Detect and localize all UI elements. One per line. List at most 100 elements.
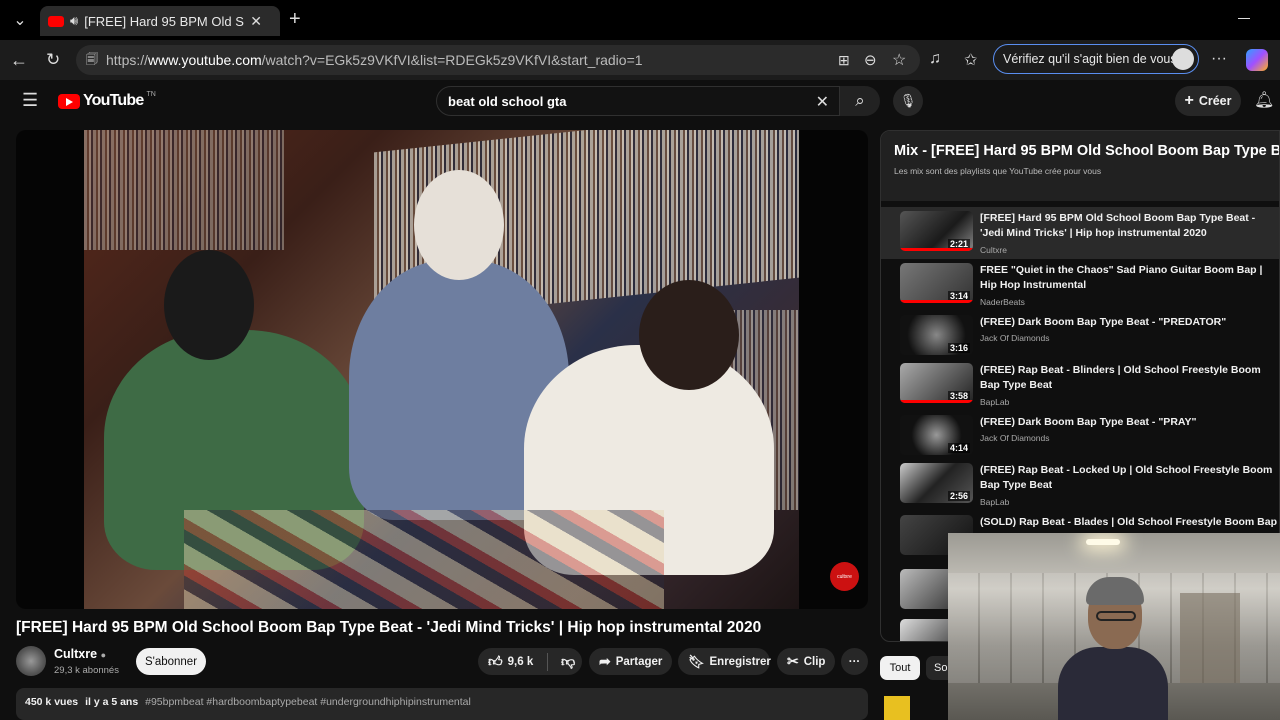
- watch-progress-bar: [900, 300, 973, 303]
- ceiling-light: [1086, 539, 1120, 545]
- plus-icon: +: [1184, 92, 1194, 109]
- video-thumbnail: 3:16: [900, 315, 973, 355]
- url-field[interactable]: 🗐︎ https://www.youtube.com/watch?v=EGk5z…: [76, 45, 920, 75]
- country-code: TN: [146, 90, 156, 98]
- like-button[interactable]: 👍︎ 9,6 k: [478, 648, 542, 675]
- copilot-icon[interactable]: [1246, 49, 1268, 71]
- profile-avatar: [1172, 48, 1194, 70]
- create-label: Créer: [1198, 94, 1232, 108]
- more-horizontal-icon: ···: [848, 655, 861, 668]
- verify-identity-label: Vérifiez qu'il s'agit bien de vous: [1003, 52, 1177, 66]
- playlist-item-title: [FREE] Hard 95 BPM Old School Boom Bap T…: [980, 212, 1256, 239]
- view-count: 450 k vues: [25, 696, 79, 708]
- reload-icon[interactable]: ↻: [46, 50, 60, 70]
- recommendation-thumbnail[interactable]: [884, 696, 910, 720]
- url-text: https://www.youtube.com/watch?v=EGk5z9VK…: [106, 52, 643, 68]
- microphone-icon: 🎙︎: [899, 93, 917, 108]
- favorites-icon[interactable]: ✩: [964, 50, 977, 70]
- save-button[interactable]: 🔖︎ Enregistrer: [678, 648, 771, 675]
- playlist-item-channel: Cultxre: [980, 245, 1007, 255]
- playlist-item[interactable]: 4:14 (FREE) Dark Boom Bap Type Beat - "P…: [881, 411, 1279, 463]
- tab-list-icon[interactable]: ⌄: [10, 10, 30, 30]
- like-dislike-group: 👍︎ 9,6 k 👎︎: [478, 648, 582, 675]
- youtube-wordmark: YouTube: [83, 92, 144, 109]
- playlist-item[interactable]: 3:58 (FREE) Rap Beat - Blinders | Old Sc…: [881, 359, 1279, 411]
- search-box: ✕: [436, 86, 840, 116]
- pill-divider: [547, 652, 548, 671]
- site-info-icon[interactable]: 🗐︎: [86, 50, 98, 71]
- playlist-item[interactable]: 2:56 (FREE) Rap Beat - Locked Up | Old S…: [881, 459, 1279, 511]
- video-thumbnail: 3:14: [900, 263, 973, 303]
- channel-avatar[interactable]: [16, 646, 46, 676]
- youtube-logo[interactable]: YouTube TN: [58, 90, 156, 110]
- verified-icon: ●: [100, 650, 106, 660]
- youtube-play-icon: [58, 93, 80, 109]
- more-actions-button[interactable]: ···: [841, 648, 868, 675]
- new-tab-icon[interactable]: +: [289, 8, 301, 31]
- youtube-favicon-icon: [48, 15, 64, 27]
- subscribe-button[interactable]: S'abonner: [136, 648, 206, 675]
- playlist-item[interactable]: 2:21 [FREE] Hard 95 BPM Old School Boom …: [881, 207, 1279, 259]
- clip-button[interactable]: ✂ Clip: [777, 648, 835, 675]
- search-icon: ⌕: [855, 91, 865, 110]
- voice-search-button[interactable]: 🎙︎: [893, 86, 923, 116]
- minimize-window-icon[interactable]: [1238, 18, 1250, 19]
- browser-tab[interactable]: 🔊︎ [FREE] Hard 95 BPM Old School Boom Ba…: [40, 6, 280, 36]
- playlist-item[interactable]: 3:16 (FREE) Dark Boom Bap Type Beat - "P…: [881, 311, 1279, 363]
- streamer-figure: [1058, 577, 1168, 720]
- playlist-item-title: (FREE) Rap Beat - Locked Up | Old School…: [980, 464, 1273, 491]
- media-control-icon[interactable]: ♫: [929, 50, 941, 68]
- playlist-header: Mix - [FREE] Hard 95 BPM Old School Boom…: [881, 131, 1279, 201]
- video-player[interactable]: cultxre: [16, 130, 868, 609]
- clear-search-icon[interactable]: ✕: [816, 92, 829, 112]
- search-button[interactable]: ⌕: [840, 86, 880, 116]
- share-label: Partager: [615, 655, 663, 668]
- description-box[interactable]: 450 k vues il y a 5 ans #95bpmbeat #hard…: [16, 688, 868, 720]
- search-input[interactable]: [448, 93, 808, 109]
- like-count: 9,6 k: [507, 655, 534, 668]
- browser-address-bar: ← ↻ 🗐︎ https://www.youtube.com/watch?v=E…: [0, 40, 1280, 80]
- video-title: [FREE] Hard 95 BPM Old School Boom Bap T…: [16, 619, 762, 636]
- playlist-item-channel: BapLab: [980, 397, 1010, 407]
- hamburger-menu-icon[interactable]: ☰: [22, 90, 38, 111]
- playlist-item-title: (FREE) Dark Boom Bap Type Beat - "PRAY": [980, 416, 1197, 428]
- speaker-icon[interactable]: 🔊︎: [70, 13, 78, 29]
- verify-identity-button[interactable]: Vérifiez qu'il s'agit bien de vous: [993, 44, 1199, 74]
- playlist-item-channel: Jack Of Diamonds: [980, 333, 1050, 343]
- zoom-icon[interactable]: ⊖: [864, 51, 877, 69]
- close-tab-icon[interactable]: ✕: [250, 13, 262, 30]
- channel-name[interactable]: Cultxre ●: [54, 647, 106, 661]
- playlist-title[interactable]: Mix - [FREE] Hard 95 BPM Old School Boom…: [894, 143, 1279, 159]
- dislike-button[interactable]: 👎︎: [553, 648, 575, 675]
- playlist-item-title: FREE "Quiet in the Chaos" Sad Piano Guit…: [980, 264, 1263, 291]
- tab-title: [FREE] Hard 95 BPM Old School Boom Bap T…: [84, 13, 244, 29]
- browser-tab-bar: ⌄ 🔊︎ [FREE] Hard 95 BPM Old School Boom …: [0, 0, 1280, 40]
- thumbs-down-icon: 👎︎: [561, 653, 576, 669]
- more-menu-icon[interactable]: ···: [1211, 50, 1227, 68]
- scissors-icon: ✂: [787, 653, 799, 669]
- bookmark-icon: 🔖︎: [688, 653, 705, 669]
- watch-progress-bar: [900, 248, 973, 251]
- video-thumbnail: 3:58: [900, 363, 973, 403]
- playlist-item[interactable]: 3:14 FREE "Quiet in the Chaos" Sad Piano…: [881, 259, 1279, 311]
- video-thumbnail: 2:56: [900, 463, 973, 503]
- channel-watermark[interactable]: cultxre: [830, 562, 859, 591]
- share-button[interactable]: ➦ Partager: [589, 648, 672, 675]
- app-grid-icon[interactable]: ⊞: [838, 52, 850, 69]
- video-thumbnail: 4:14: [900, 415, 973, 455]
- back-icon[interactable]: ←: [10, 50, 28, 71]
- hashtags[interactable]: #95bpmbeat #hardboombaptypebeat #undergr…: [145, 696, 471, 708]
- notifications-bell-icon[interactable]: 🔔︎: [1254, 90, 1274, 110]
- create-button[interactable]: + Créer: [1175, 86, 1241, 116]
- subscriber-count: 29,3 k abonnés: [54, 665, 119, 676]
- share-arrow-icon: ➦: [599, 653, 611, 669]
- playlist-item-channel: Jack Of Diamonds: [980, 433, 1050, 443]
- chip-all[interactable]: Tout: [880, 656, 920, 680]
- video-frame-image: [84, 130, 799, 609]
- webcam-overlay: [948, 533, 1280, 720]
- clip-label: Clip: [803, 655, 826, 668]
- favorite-star-icon[interactable]: ☆: [892, 50, 906, 70]
- playlist-item-title: (FREE) Rap Beat - Blinders | Old School …: [980, 364, 1261, 391]
- upload-age: il y a 5 ans: [85, 696, 139, 708]
- playlist-item-title: (FREE) Dark Boom Bap Type Beat - "PREDAT…: [980, 316, 1227, 328]
